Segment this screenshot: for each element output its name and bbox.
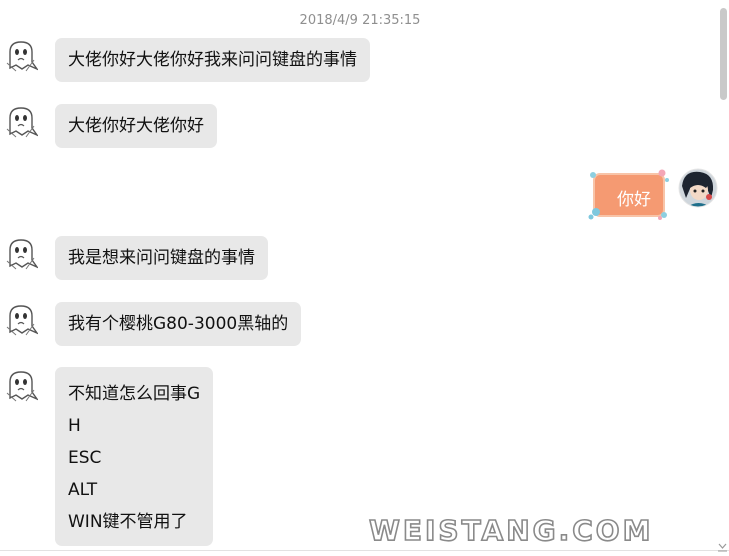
ghost-avatar-icon[interactable] — [4, 38, 40, 72]
ghost-avatar-icon[interactable] — [4, 104, 40, 138]
chat-window: 2018/4/9 21:35:15 大佬你好大佬你好我来问问键盘的事情 大佬你好… — [0, 0, 729, 556]
message-bubble[interactable]: 不知道怎么回事G H ESC ALT WIN键不管用了 — [55, 367, 214, 546]
message-bubble[interactable]: 我有个樱桃G80-3000黑轴的 — [55, 302, 302, 346]
user-avatar-icon[interactable] — [678, 168, 718, 208]
message-text-line: WIN键不管用了 — [68, 512, 188, 532]
message-text-line: ESC — [68, 448, 102, 468]
message-timestamp: 2018/4/9 21:35:15 — [299, 13, 421, 28]
ghost-avatar-icon[interactable] — [4, 236, 40, 270]
message-text: 大佬你好大佬你好 — [68, 116, 204, 136]
ghost-avatar-icon[interactable] — [4, 368, 40, 402]
my-message-bubble[interactable]: 你好 — [588, 168, 670, 220]
message-text: 大佬你好大佬你好我来问问键盘的事情 — [68, 50, 357, 70]
divider — [0, 550, 729, 551]
message-text-line: 不知道怎么回事G — [68, 384, 201, 404]
message-text: 我是想来问问键盘的事情 — [68, 248, 255, 268]
message-text-line: ALT — [68, 480, 98, 500]
watermark-text: WEISTANG.COM — [368, 513, 654, 548]
scrollbar-thumb[interactable] — [720, 8, 727, 100]
message-bubble[interactable]: 大佬你好大佬你好我来问问键盘的事情 — [55, 38, 370, 82]
message-bubble[interactable]: 大佬你好大佬你好 — [55, 104, 217, 148]
message-bubble[interactable]: 我是想来问问键盘的事情 — [55, 236, 268, 280]
ghost-avatar-icon[interactable] — [4, 302, 40, 336]
message-text-line: H — [68, 416, 81, 436]
message-text: 你好 — [617, 190, 651, 210]
message-text: 我有个樱桃G80-3000黑轴的 — [68, 314, 289, 334]
resize-grip-icon[interactable] — [717, 537, 728, 552]
